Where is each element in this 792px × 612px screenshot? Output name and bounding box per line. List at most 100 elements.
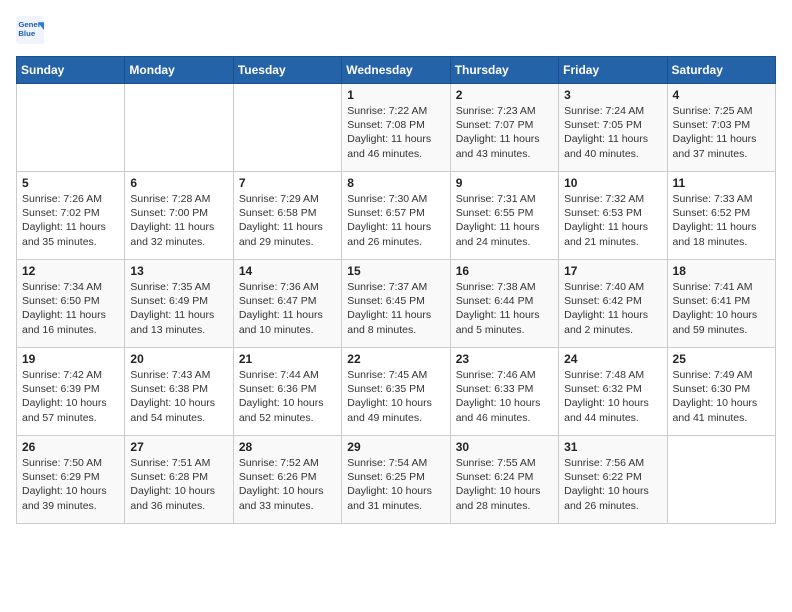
logo: General Blue	[16, 16, 48, 44]
day-info: Sunrise: 7:43 AM Sunset: 6:38 PM Dayligh…	[130, 368, 227, 425]
day-cell: 30 Sunrise: 7:55 AM Sunset: 6:24 PM Dayli…	[450, 436, 558, 524]
day-number: 19	[22, 352, 119, 366]
day-cell	[233, 84, 341, 172]
day-info: Sunrise: 7:24 AM Sunset: 7:05 PM Dayligh…	[564, 104, 661, 161]
weekday-monday: Monday	[125, 57, 233, 84]
day-number: 27	[130, 440, 227, 454]
weekday-thursday: Thursday	[450, 57, 558, 84]
day-cell: 29Sunrise: 7:54 AM Sunset: 6:25 PM Dayli…	[342, 436, 450, 524]
day-number: 3	[564, 88, 661, 102]
day-number: 26	[22, 440, 119, 454]
day-info: Sunrise: 7:28 AM Sunset: 7:00 PM Dayligh…	[130, 192, 227, 249]
day-number: 4	[673, 88, 770, 102]
day-info: Sunrise: 7:37 AM Sunset: 6:45 PM Dayligh…	[347, 280, 444, 337]
day-cell: 20 Sunrise: 7:43 AM Sunset: 6:38 PM Dayli…	[125, 348, 233, 436]
day-number: 24	[564, 352, 661, 366]
day-info: Sunrise: 7:45 AM Sunset: 6:35 PM Dayligh…	[347, 368, 444, 425]
day-number: 18	[673, 264, 770, 278]
day-cell: 7 Sunrise: 7:29 AM Sunset: 6:58 PM Daylig…	[233, 172, 341, 260]
day-number: 25	[673, 352, 770, 366]
day-info: Sunrise: 7:36 AM Sunset: 6:47 PM Dayligh…	[239, 280, 336, 337]
day-number: 9	[456, 176, 553, 190]
day-number: 6	[130, 176, 227, 190]
day-number: 20	[130, 352, 227, 366]
day-cell: 1 Sunrise: 7:22 AM Sunset: 7:08 PM Daylig…	[342, 84, 450, 172]
day-info: Sunrise: 7:31 AM Sunset: 6:55 PM Dayligh…	[456, 192, 553, 249]
day-cell: 31Sunrise: 7:56 AM Sunset: 6:22 PM Dayli…	[559, 436, 667, 524]
day-number: 1	[347, 88, 444, 102]
day-number: 22	[347, 352, 444, 366]
weekday-tuesday: Tuesday	[233, 57, 341, 84]
day-info: Sunrise: 7:22 AM Sunset: 7:08 PM Dayligh…	[347, 104, 444, 161]
day-info: Sunrise: 7:41 AM Sunset: 6:41 PM Dayligh…	[673, 280, 770, 337]
day-cell: 10 Sunrise: 7:32 AM Sunset: 6:53 PM Dayli…	[559, 172, 667, 260]
day-number: 10	[564, 176, 661, 190]
day-cell	[667, 436, 775, 524]
day-cell: 26 Sunrise: 7:50 AM Sunset: 6:29 PM Dayli…	[17, 436, 125, 524]
day-info: Sunrise: 7:48 AM Sunset: 6:32 PM Dayligh…	[564, 368, 661, 425]
day-cell: 8 Sunrise: 7:30 AM Sunset: 6:57 PM Daylig…	[342, 172, 450, 260]
day-info: Sunrise: 7:51 AM Sunset: 6:28 PM Dayligh…	[130, 456, 227, 513]
day-number: 14	[239, 264, 336, 278]
day-info: Sunrise: 7:56 AM Sunset: 6:22 PM Dayligh…	[564, 456, 661, 513]
day-cell: 11Sunrise: 7:33 AM Sunset: 6:52 PM Dayli…	[667, 172, 775, 260]
day-info: Sunrise: 7:35 AM Sunset: 6:49 PM Dayligh…	[130, 280, 227, 337]
day-cell: 21 Sunrise: 7:44 AM Sunset: 6:36 PM Dayli…	[233, 348, 341, 436]
day-info: Sunrise: 7:55 AM Sunset: 6:24 PM Dayligh…	[456, 456, 553, 513]
day-number: 16	[456, 264, 553, 278]
day-info: Sunrise: 7:52 AM Sunset: 6:26 PM Dayligh…	[239, 456, 336, 513]
calendar-table: SundayMondayTuesdayWednesdayThursdayFrid…	[16, 56, 776, 524]
day-cell: 23 Sunrise: 7:46 AM Sunset: 6:33 PM Dayli…	[450, 348, 558, 436]
day-cell: 2Sunrise: 7:23 AM Sunset: 7:07 PM Daylig…	[450, 84, 558, 172]
week-row-2: 5 Sunrise: 7:26 AM Sunset: 7:02 PM Daylig…	[17, 172, 776, 260]
day-info: Sunrise: 7:42 AM Sunset: 6:39 PM Dayligh…	[22, 368, 119, 425]
day-cell: 17 Sunrise: 7:40 AM Sunset: 6:42 PM Dayli…	[559, 260, 667, 348]
week-row-5: 26 Sunrise: 7:50 AM Sunset: 6:29 PM Dayli…	[17, 436, 776, 524]
day-info: Sunrise: 7:50 AM Sunset: 6:29 PM Dayligh…	[22, 456, 119, 513]
day-number: 15	[347, 264, 444, 278]
page-header: General Blue	[16, 16, 776, 44]
weekday-header-row: SundayMondayTuesdayWednesdayThursdayFrid…	[17, 57, 776, 84]
day-info: Sunrise: 7:44 AM Sunset: 6:36 PM Dayligh…	[239, 368, 336, 425]
day-info: Sunrise: 7:30 AM Sunset: 6:57 PM Dayligh…	[347, 192, 444, 249]
day-number: 23	[456, 352, 553, 366]
calendar-body: 1 Sunrise: 7:22 AM Sunset: 7:08 PM Daylig…	[17, 84, 776, 524]
day-cell: 19 Sunrise: 7:42 AM Sunset: 6:39 PM Dayli…	[17, 348, 125, 436]
day-info: Sunrise: 7:40 AM Sunset: 6:42 PM Dayligh…	[564, 280, 661, 337]
day-info: Sunrise: 7:54 AM Sunset: 6:25 PM Dayligh…	[347, 456, 444, 513]
day-number: 30	[456, 440, 553, 454]
day-cell: 18 Sunrise: 7:41 AM Sunset: 6:41 PM Dayli…	[667, 260, 775, 348]
day-info: Sunrise: 7:34 AM Sunset: 6:50 PM Dayligh…	[22, 280, 119, 337]
day-info: Sunrise: 7:23 AM Sunset: 7:07 PM Dayligh…	[456, 104, 553, 161]
day-info: Sunrise: 7:32 AM Sunset: 6:53 PM Dayligh…	[564, 192, 661, 249]
day-number: 8	[347, 176, 444, 190]
day-cell: 9 Sunrise: 7:31 AM Sunset: 6:55 PM Daylig…	[450, 172, 558, 260]
weekday-saturday: Saturday	[667, 57, 775, 84]
day-info: Sunrise: 7:46 AM Sunset: 6:33 PM Dayligh…	[456, 368, 553, 425]
day-number: 7	[239, 176, 336, 190]
day-info: Sunrise: 7:29 AM Sunset: 6:58 PM Dayligh…	[239, 192, 336, 249]
week-row-3: 12 Sunrise: 7:34 AM Sunset: 6:50 PM Dayli…	[17, 260, 776, 348]
day-number: 17	[564, 264, 661, 278]
day-info: Sunrise: 7:26 AM Sunset: 7:02 PM Dayligh…	[22, 192, 119, 249]
day-cell	[17, 84, 125, 172]
day-info: Sunrise: 7:49 AM Sunset: 6:30 PM Dayligh…	[673, 368, 770, 425]
day-cell: 13Sunrise: 7:35 AM Sunset: 6:49 PM Dayli…	[125, 260, 233, 348]
week-row-4: 19 Sunrise: 7:42 AM Sunset: 6:39 PM Dayli…	[17, 348, 776, 436]
day-cell: 24 Sunrise: 7:48 AM Sunset: 6:32 PM Dayli…	[559, 348, 667, 436]
weekday-wednesday: Wednesday	[342, 57, 450, 84]
day-cell: 25 Sunrise: 7:49 AM Sunset: 6:30 PM Dayli…	[667, 348, 775, 436]
day-cell: 4Sunrise: 7:25 AM Sunset: 7:03 PM Daylig…	[667, 84, 775, 172]
day-cell: 28 Sunrise: 7:52 AM Sunset: 6:26 PM Dayli…	[233, 436, 341, 524]
day-cell: 5 Sunrise: 7:26 AM Sunset: 7:02 PM Daylig…	[17, 172, 125, 260]
week-row-1: 1 Sunrise: 7:22 AM Sunset: 7:08 PM Daylig…	[17, 84, 776, 172]
day-cell: 15 Sunrise: 7:37 AM Sunset: 6:45 PM Dayli…	[342, 260, 450, 348]
day-cell	[125, 84, 233, 172]
day-number: 12	[22, 264, 119, 278]
day-cell: 3 Sunrise: 7:24 AM Sunset: 7:05 PM Daylig…	[559, 84, 667, 172]
day-number: 5	[22, 176, 119, 190]
day-number: 21	[239, 352, 336, 366]
day-number: 11	[673, 176, 770, 190]
weekday-sunday: Sunday	[17, 57, 125, 84]
day-number: 28	[239, 440, 336, 454]
